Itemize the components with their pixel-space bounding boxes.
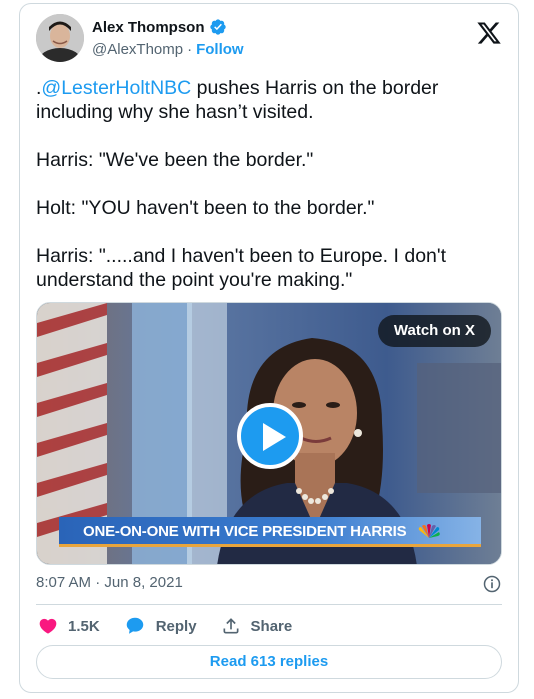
- avatar-image: [36, 14, 84, 62]
- tweet-actions: 1.5K Reply Share: [38, 614, 292, 638]
- info-icon[interactable]: [482, 574, 502, 594]
- heart-icon: [39, 618, 57, 634]
- embedded-tweet-card: Alex Thompson @AlexThomp · Follow .@Lest…: [19, 3, 519, 693]
- tweet-time: 8:07 AM: [36, 574, 92, 591]
- lower-third-banner: ONE-ON-ONE WITH VICE PRESIDENT HARRIS: [59, 517, 481, 547]
- lower-third-text: ONE-ON-ONE WITH VICE PRESIDENT HARRIS: [83, 523, 407, 540]
- play-button[interactable]: [237, 403, 303, 469]
- reply-bubble-icon: [126, 617, 143, 634]
- share-label: Share: [250, 617, 293, 635]
- mention-link[interactable]: @LesterHoltNBC: [41, 77, 191, 99]
- tweet-header: Alex Thompson @AlexThomp · Follow: [36, 14, 502, 66]
- like-button[interactable]: 1.5K: [38, 616, 100, 636]
- tweet-timestamp[interactable]: 8:07 AM · Jun 8, 2021: [36, 574, 183, 591]
- watch-on-x-button[interactable]: Watch on X: [377, 315, 491, 347]
- tweet-date: Jun 8, 2021: [104, 574, 183, 591]
- author-name[interactable]: Alex Thompson: [92, 19, 205, 36]
- timestamp-separator: ·: [95, 574, 101, 591]
- tweet-para-4: Harris: ".....and I haven't been to Euro…: [36, 245, 447, 291]
- reply-button[interactable]: Reply: [124, 615, 197, 637]
- reply-label: Reply: [155, 617, 197, 635]
- x-logo-icon[interactable]: [476, 20, 502, 46]
- verified-badge-icon: [209, 19, 226, 35]
- avatar[interactable]: [36, 14, 84, 62]
- separator-dot: ·: [187, 41, 193, 58]
- like-count: 1.5K: [68, 617, 100, 635]
- share-button[interactable]: Share: [221, 616, 293, 636]
- share-icon: [223, 618, 239, 634]
- play-icon: [263, 423, 286, 451]
- tweet-para-3: Holt: "YOU haven't been to the border.": [36, 197, 375, 219]
- divider: [36, 604, 502, 605]
- read-replies-button[interactable]: Read 613 replies: [36, 645, 502, 679]
- video-media[interactable]: Watch on X ONE-ON-ONE WITH VICE PRESIDEN…: [36, 302, 502, 565]
- tweet-para-2: Harris: "We've been the border.": [36, 149, 314, 171]
- author-handle[interactable]: @AlexThomp: [92, 41, 183, 58]
- tweet-text: .@LesterHoltNBC pushes Harris on the bor…: [36, 76, 506, 292]
- follow-button[interactable]: Follow: [196, 41, 244, 58]
- nbc-peacock-icon: [418, 524, 440, 538]
